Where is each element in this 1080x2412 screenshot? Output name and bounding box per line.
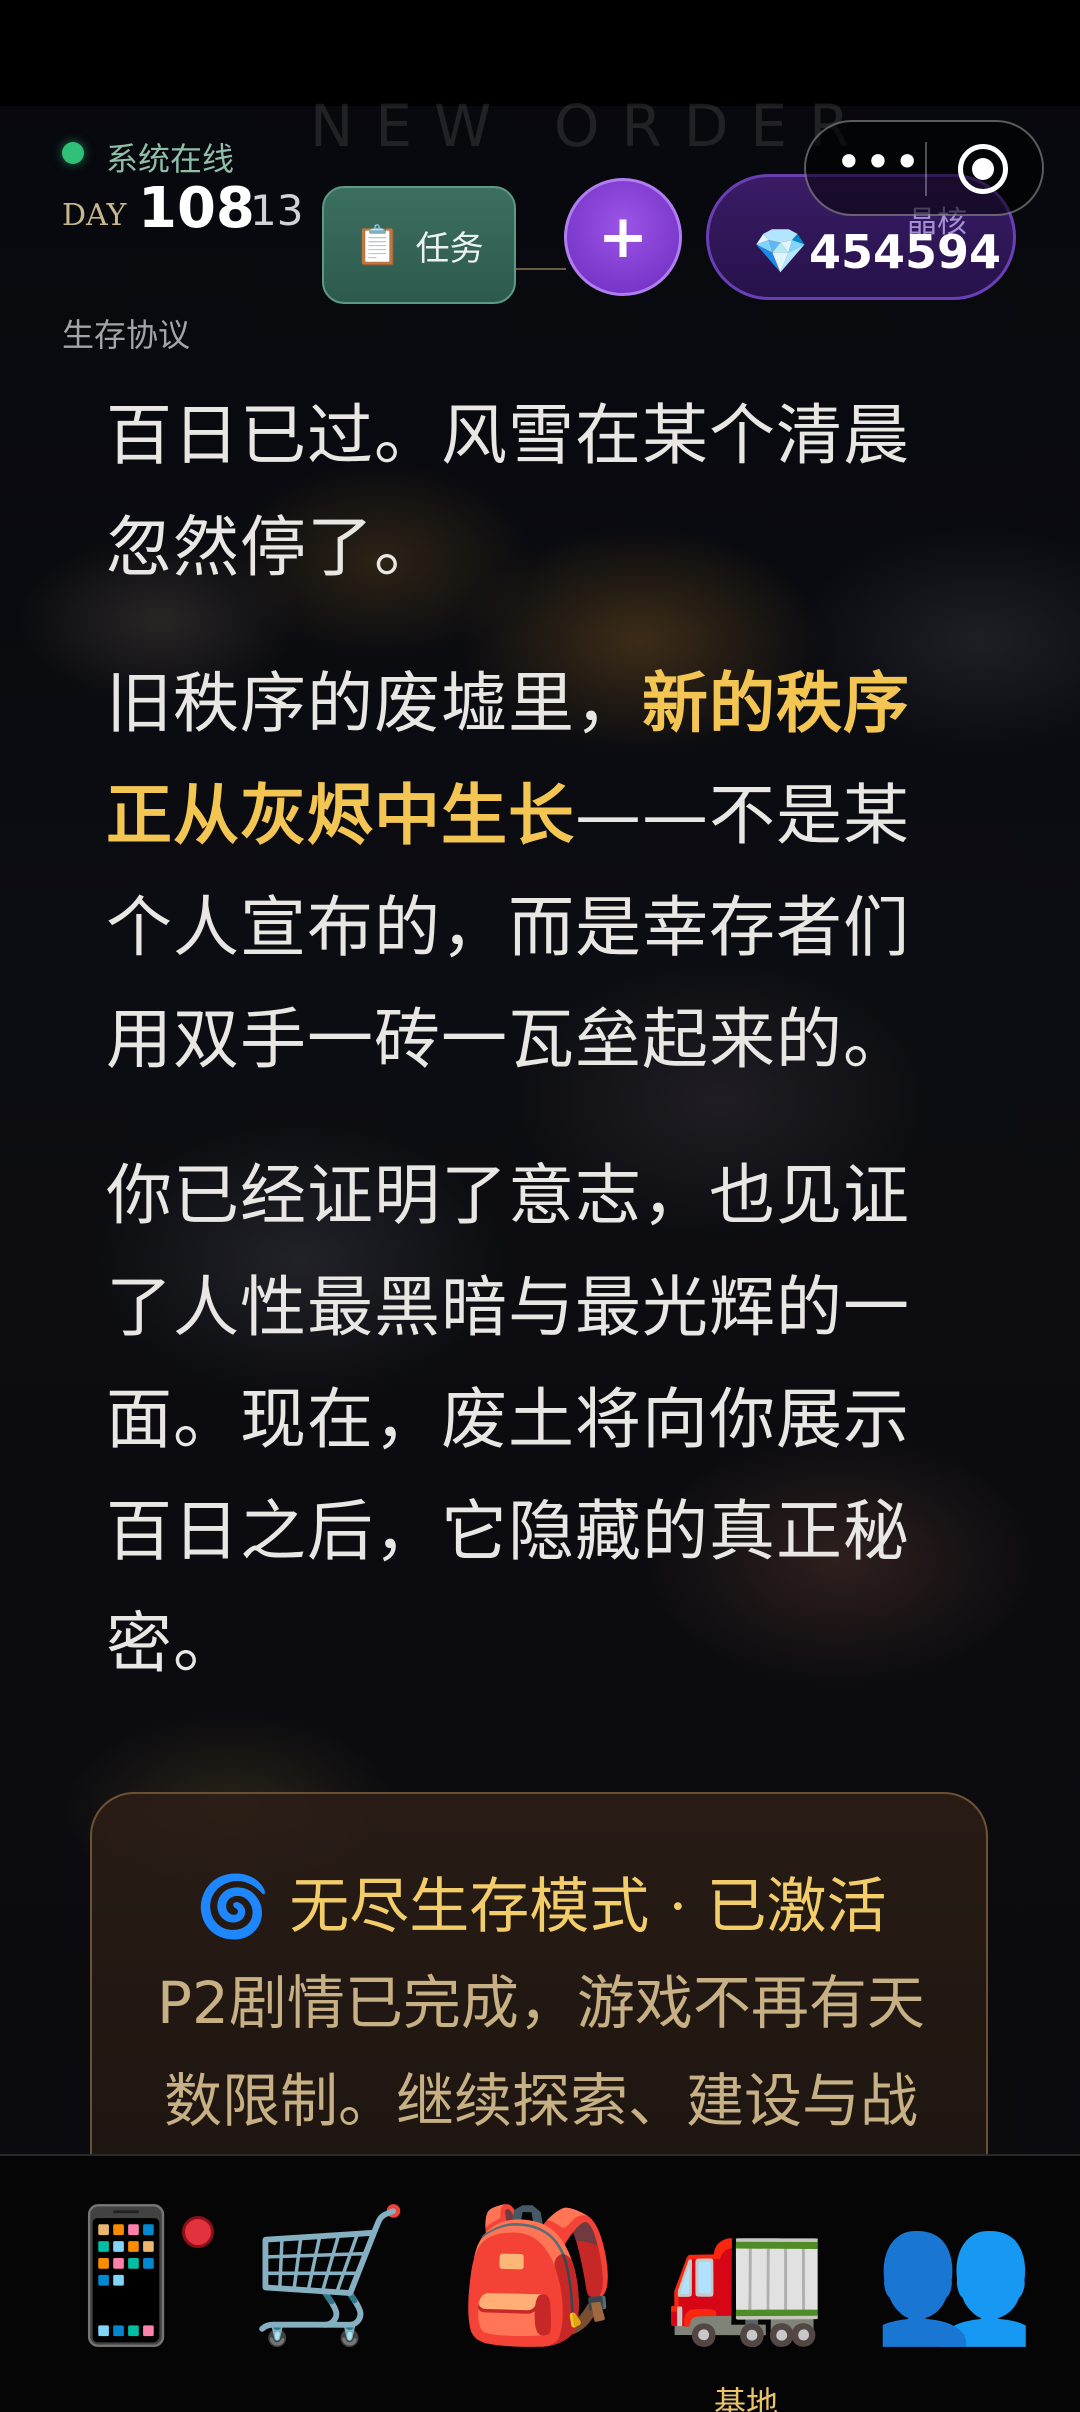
story-p2-before: 旧秩序的废墟里， bbox=[106, 665, 642, 742]
section-label: 生存协议 bbox=[62, 316, 191, 354]
nav-item-base[interactable]: 🚛 基地 bbox=[656, 2199, 836, 2412]
story-paragraph-3: 你已经证明了意志，也见证了人性最黑暗与最光辉的一面。现在，废土将向你展示百日之后… bbox=[106, 1157, 910, 1682]
crystal-value: 454594 bbox=[809, 225, 1002, 279]
backpack-icon: 🎒 bbox=[457, 2199, 619, 2351]
capsule-divider bbox=[925, 142, 927, 196]
connector-line bbox=[516, 268, 566, 270]
miniapp-capsule: ••• bbox=[804, 120, 1044, 216]
truck-icon: 🚛 bbox=[665, 2199, 827, 2351]
online-status-dot bbox=[62, 142, 84, 164]
notification-badge bbox=[182, 2216, 214, 2248]
day-number: 108 bbox=[138, 176, 255, 241]
clipboard-icon: 📋 bbox=[354, 222, 402, 267]
shopping-cart-icon: 🛒 bbox=[249, 2199, 411, 2351]
day-sub-value: 13 bbox=[250, 186, 304, 235]
task-button[interactable]: 📋 任务 bbox=[322, 186, 516, 304]
plus-button[interactable]: + bbox=[564, 178, 682, 296]
nav-item-backpack[interactable]: 🎒 bbox=[448, 2200, 628, 2390]
endless-mode-title: 🌀 无尽生存模式 · 已激活 bbox=[195, 1872, 887, 1942]
bottom-navigation: 📱 🛒 🎒 🚛 基地 👥 bbox=[0, 2154, 1080, 2412]
task-button-label: 任务 bbox=[415, 228, 484, 269]
story-paragraph-2: 旧秩序的废墟里，新的秩序正从灰烬中生长——不是某个人宣布的，而是幸存者们用双手一… bbox=[106, 648, 976, 1096]
day-label: DAY bbox=[62, 198, 127, 233]
people-icon: 👥 bbox=[873, 2199, 1035, 2351]
nav-item-phone[interactable]: 📱 bbox=[36, 2200, 216, 2390]
endless-mode-description: P2剧情已完成，游戏不再有天数限制。继续探索、建设与战 bbox=[157, 1969, 925, 2135]
story-paragraph-1: 百日已过。风雪在某个清晨忽然停了。 bbox=[106, 397, 910, 586]
story-text: 百日已过。风雪在某个清晨忽然停了。 旧秩序的废墟里，新的秩序正从灰烬中生长——不… bbox=[106, 380, 976, 1744]
nav-item-shop[interactable]: 🛒 bbox=[240, 2200, 420, 2390]
watermark-title: NEW ORDER bbox=[310, 92, 872, 160]
more-options-icon[interactable]: ••• bbox=[834, 139, 924, 194]
game-screen: NEW ORDER 系统在线 DAY 108 13 生存协议 📋 任务 + 晶核… bbox=[0, 0, 1080, 2412]
gem-icon: 💎 bbox=[753, 226, 808, 277]
nav-item-people[interactable]: 👥 bbox=[864, 2200, 1044, 2390]
status-bar bbox=[0, 0, 1080, 106]
close-target-icon[interactable] bbox=[958, 144, 1008, 194]
nav-label-base: 基地 bbox=[713, 2384, 778, 2412]
online-status-text: 系统在线 bbox=[106, 140, 235, 178]
